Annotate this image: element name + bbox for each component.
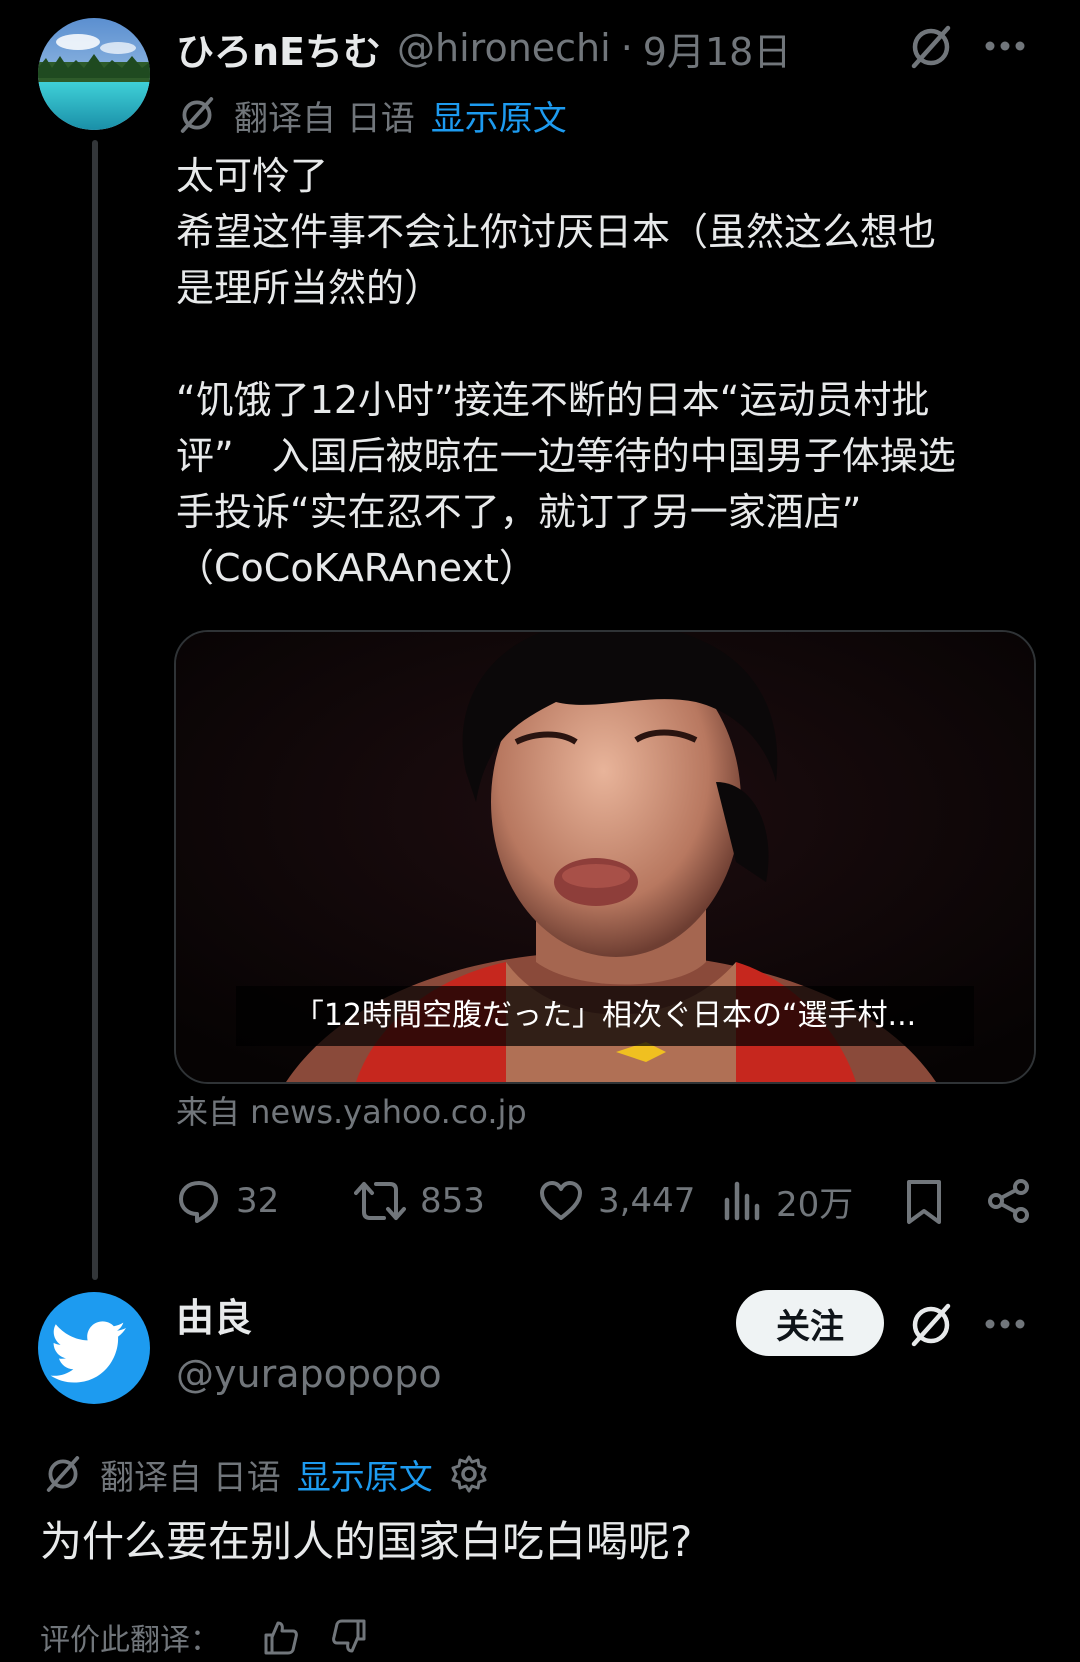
twitter-bird-icon <box>50 1321 126 1383</box>
card-caption: 「12時間空腹だった」相次ぐ日本の“選手村... <box>236 986 974 1046</box>
no-translate-icon[interactable] <box>906 22 956 76</box>
follow-button[interactable]: 关注 <box>736 1290 884 1356</box>
user-handle[interactable]: @yurapopopo <box>176 1346 442 1402</box>
share-icon[interactable] <box>986 1178 1032 1228</box>
translation-label: 翻译自 日语 <box>234 98 415 139</box>
view-count: 20万 <box>776 1184 854 1225</box>
thread-connector <box>92 140 98 1280</box>
display-name[interactable]: ひろnEちむ <box>176 21 381 76</box>
views-button[interactable]: 20万 <box>722 1176 853 1226</box>
tweet-text-line: （CoCoKARAnext） <box>176 546 537 590</box>
tweet-text-line: 是理所当然的） <box>176 266 443 310</box>
no-translate-icon <box>42 1453 84 1495</box>
avatar[interactable] <box>38 18 150 130</box>
post-date[interactable]: 9月18日 <box>643 21 792 76</box>
reply-count: 32 <box>236 1181 280 1221</box>
tweet-text-line: 希望这件事不会让你讨厌日本（虽然这么想也 <box>176 210 937 254</box>
rate-translation-label: 评价此翻译： <box>40 1623 220 1658</box>
show-original-link[interactable]: 显示原文 <box>431 91 567 140</box>
tweet-text-line: 手投诉“实在忍不了，就订了另一家酒店” <box>176 490 862 534</box>
retweet-icon <box>354 1182 406 1220</box>
thumbs-up-icon[interactable] <box>260 1617 300 1657</box>
translation-label: 翻译自 日语 <box>100 1457 281 1498</box>
gear-icon[interactable] <box>449 1454 489 1494</box>
tweet-text-line: 评” 入国后被晾在一边等待的中国男子体操选 <box>176 434 956 478</box>
reply-button[interactable]: 32 <box>176 1176 279 1226</box>
more-icon[interactable] <box>984 1314 1026 1338</box>
separator: · <box>620 26 633 70</box>
tweet-text-line: “饥饿了12小时”接连不断的日本“运动员村批 <box>176 378 930 422</box>
more-icon[interactable] <box>984 36 1026 60</box>
link-card[interactable]: 「12時間空腹だった」相次ぐ日本の“選手村... <box>174 630 1036 1084</box>
no-translate-icon <box>176 94 218 136</box>
like-button[interactable]: 3,447 <box>538 1176 695 1226</box>
show-original-link[interactable]: 显示原文 <box>297 1450 433 1499</box>
reply-icon <box>179 1181 218 1223</box>
bookmark-icon[interactable] <box>904 1178 944 1230</box>
link-source[interactable]: 来自 news.yahoo.co.jp <box>176 1090 527 1134</box>
views-icon <box>724 1181 760 1221</box>
like-icon <box>540 1181 582 1220</box>
tweet-text-line: 太可怜了 <box>176 154 329 198</box>
user-handle[interactable]: @hironechi <box>397 26 611 70</box>
avatar[interactable] <box>38 1292 150 1404</box>
retweet-count: 853 <box>420 1181 485 1221</box>
like-count: 3,447 <box>598 1181 696 1221</box>
tweet-text: 为什么要在别人的国家白吃白喝呢? <box>40 1517 693 1566</box>
no-translate-icon[interactable] <box>906 1300 956 1354</box>
retweet-button[interactable]: 853 <box>354 1176 485 1226</box>
display-name[interactable]: 由良 <box>176 1290 252 1346</box>
thumbs-down-icon[interactable] <box>330 1617 370 1657</box>
